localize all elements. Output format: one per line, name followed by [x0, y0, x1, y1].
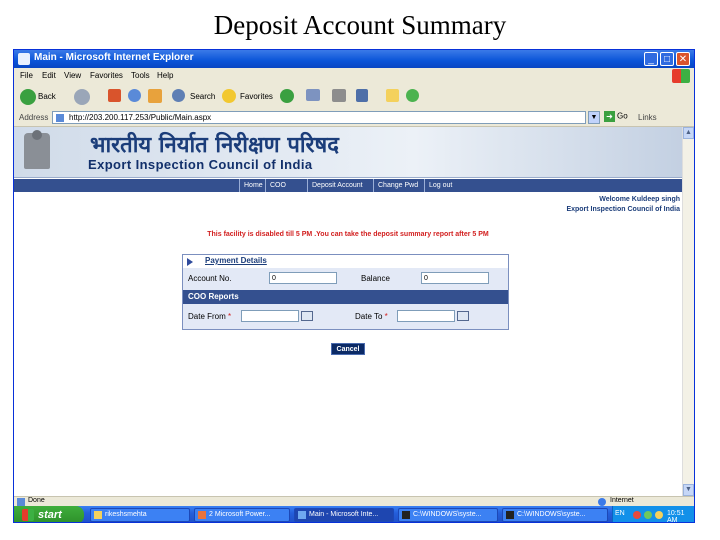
site-banner: भारतीय निर्यात निरीक्षण परिषद Export Ins… — [14, 127, 682, 178]
page-content: भारतीय निर्यात निरीक्षण परिषद Export Ins… — [14, 127, 682, 496]
tray-network-icon[interactable] — [644, 511, 652, 519]
zone-text: Internet — [610, 497, 634, 504]
nav-home[interactable]: Home — [239, 179, 263, 192]
site-title-hindi: भारतीय निर्यात निरीक्षण परिषद — [90, 133, 339, 158]
taskbar-item[interactable]: rikeshsmehta — [90, 508, 190, 522]
coo-reports-title: COO Reports — [188, 292, 239, 301]
cmd-icon — [402, 511, 410, 519]
menu-help[interactable]: Help — [157, 71, 173, 80]
taskbar-item-active[interactable]: Main - Microsoft Inte... — [294, 508, 394, 522]
account-no-label: Account No. — [188, 274, 232, 283]
date-to-field[interactable] — [397, 310, 455, 322]
scroll-up-arrow-icon[interactable]: ▲ — [683, 127, 694, 139]
word-icon — [356, 89, 368, 102]
deposit-form-panel: Payment Details Account No. 0 Balance 0 … — [182, 254, 509, 330]
welcome-org: Export Inspection Council of India — [566, 206, 680, 213]
mail-icon — [306, 89, 320, 101]
scroll-down-arrow-icon[interactable]: ▼ — [683, 484, 694, 496]
close-button[interactable]: ✕ — [676, 52, 690, 66]
links-button[interactable]: Links — [638, 113, 657, 122]
window-title: Main - Microsoft Internet Explorer — [34, 52, 194, 63]
menu-bar: File Edit View Favorites Tools Help — [14, 68, 694, 85]
minimize-button[interactable]: _ — [644, 52, 658, 66]
go-arrow-icon: ➜ — [604, 111, 615, 122]
account-row: Account No. 0 Balance 0 — [183, 268, 508, 290]
home-icon — [148, 89, 162, 103]
system-tray: EN 10:51 AM — [612, 506, 694, 523]
welcome-block: Welcome Kuldeep singh Export Inspection … — [566, 195, 680, 215]
toolbar: Back Search Favorites — [14, 84, 694, 111]
cancel-button[interactable]: Cancel — [331, 343, 365, 355]
address-label: Address — [19, 113, 49, 122]
site-title-english: Export Inspection Council of India — [88, 157, 313, 172]
disabled-message: This facility is disabled till 5 PM .You… — [207, 231, 489, 238]
ie-icon — [298, 511, 306, 519]
site-nav: Home COO Deposit Account Change Pwd Log … — [14, 179, 682, 192]
address-input[interactable]: http://203.200.117.253/Public/Main.aspx — [52, 111, 586, 124]
printer-icon — [332, 89, 346, 102]
status-text: Done — [28, 497, 45, 504]
date-from-field[interactable] — [241, 310, 299, 322]
forward-arrow-icon — [74, 89, 90, 105]
payment-details-header[interactable]: Payment Details — [183, 255, 508, 268]
window-titlebar: Main - Microsoft Internet Explorer _ □ ✕ — [14, 50, 694, 68]
folder-icon — [94, 511, 102, 519]
taskbar-item[interactable]: C:\WINDOWS\syste... — [502, 508, 608, 522]
folder-icon — [386, 89, 399, 102]
payment-details-link[interactable]: Payment Details — [205, 256, 267, 265]
clock: 10:51 AM — [667, 510, 685, 523]
emblem-lion-icon — [32, 130, 42, 140]
windows-flag-icon — [22, 509, 34, 521]
menu-view[interactable]: View — [64, 71, 81, 80]
nav-log-out[interactable]: Log out — [424, 179, 452, 192]
address-dropdown-button[interactable]: ▼ — [588, 111, 600, 124]
menu-file[interactable]: File — [20, 71, 33, 80]
date-row: Date From * Date To * — [183, 304, 508, 329]
taskbar-item[interactable]: C:\WINDOWS\syste... — [398, 508, 498, 522]
account-no-field[interactable]: 0 — [269, 272, 337, 284]
windows-logo-icon — [672, 69, 690, 83]
date-from-calendar-icon[interactable] — [301, 311, 313, 321]
search-icon — [172, 89, 185, 102]
nav-change-pwd[interactable]: Change Pwd — [373, 179, 418, 192]
maximize-button[interactable]: □ — [660, 52, 674, 66]
date-to-calendar-icon[interactable] — [457, 311, 469, 321]
internet-zone-icon — [598, 498, 606, 506]
nav-deposit-account[interactable]: Deposit Account — [307, 179, 363, 192]
tray-speaker-icon[interactable] — [655, 511, 663, 519]
page-done-icon — [17, 498, 25, 506]
page-icon — [56, 114, 64, 122]
language-indicator[interactable]: EN — [615, 510, 625, 517]
date-from-label: Date From * — [188, 312, 232, 321]
tray-security-icon[interactable] — [633, 511, 641, 519]
back-arrow-icon — [20, 89, 36, 105]
nav-coo[interactable]: COO — [265, 179, 286, 192]
balance-label: Balance — [361, 274, 390, 283]
address-url: http://203.200.117.253/Public/Main.aspx — [69, 113, 212, 122]
taskbar-item[interactable]: 2 Microsoft Power... — [194, 508, 290, 522]
powerpoint-icon — [198, 511, 206, 519]
stop-icon — [108, 89, 121, 102]
menu-favorites[interactable]: Favorites — [90, 71, 123, 80]
address-bar: Address http://203.200.117.253/Public/Ma… — [14, 110, 694, 127]
expand-triangle-icon — [187, 258, 193, 266]
date-to-label: Date To * — [355, 312, 388, 321]
go-button[interactable]: ➜ Go — [604, 111, 628, 122]
menu-tools[interactable]: Tools — [131, 71, 150, 80]
refresh-icon — [128, 89, 141, 102]
cmd-icon — [506, 511, 514, 519]
windows-taskbar: start rikeshsmehta 2 Microsoft Power... … — [14, 506, 694, 523]
messenger-icon — [406, 89, 419, 102]
history-icon — [280, 89, 294, 103]
balance-field[interactable]: 0 — [421, 272, 489, 284]
coo-reports-header: COO Reports — [183, 290, 508, 304]
menu-edit[interactable]: Edit — [42, 71, 56, 80]
welcome-user: Welcome Kuldeep singh — [599, 196, 680, 203]
slide-title: Deposit Account Summary — [213, 10, 507, 40]
ie-icon — [18, 53, 30, 65]
vertical-scrollbar[interactable]: ▲ ▼ — [682, 127, 694, 496]
start-button[interactable]: start — [14, 506, 84, 522]
star-icon — [222, 89, 236, 103]
browser-window: Main - Microsoft Internet Explorer _ □ ✕… — [13, 49, 695, 523]
